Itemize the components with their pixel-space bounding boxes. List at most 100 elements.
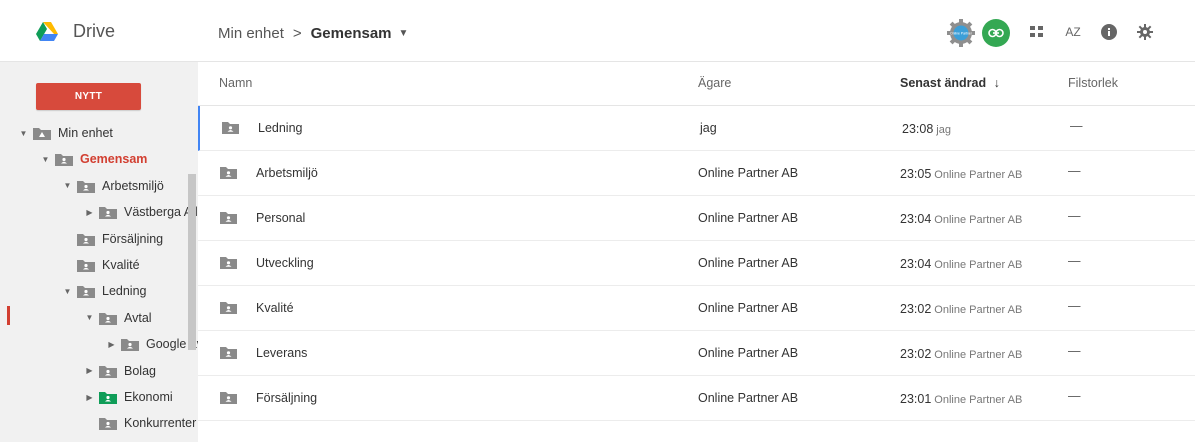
file-owner: Online Partner AB [698,166,799,180]
selection-marker [7,306,10,325]
settings-button[interactable] [1134,21,1156,43]
sort-button[interactable]: AZ [1062,21,1084,43]
collapse-arrow-icon[interactable]: ▼ [40,155,51,164]
file-row[interactable]: Leverans Online Partner AB 23:02 Online Par… [198,331,1195,376]
tree-item-7[interactable]: ▼ Ledning [62,280,147,302]
shared-folder-icon [99,311,117,325]
drive-logo[interactable]: Drive [36,21,115,42]
file-size: — [1068,389,1081,403]
file-modified: 23:01 Online Partner AB [900,392,1022,406]
column-owner[interactable]: Ägare [698,76,731,90]
file-name: Personal [256,211,306,225]
tree-item-9[interactable]: ▶Google avt [106,333,198,355]
modified-time: 23:05 [900,167,932,181]
new-button[interactable]: NYTT [36,83,141,110]
grid-view-button[interactable] [1026,21,1048,43]
file-size: — [1070,119,1083,133]
tree-item-label: Konkurrenter [124,416,197,431]
tree-item-1[interactable]: ▼ Min enhet [18,122,113,144]
file-row[interactable]: Utveckling Online Partner AB 23:04 Online P… [198,241,1195,286]
file-modified: 23:02 Online Partner AB [900,302,1022,316]
sidebar-scrollbar[interactable] [188,174,196,350]
column-size[interactable]: Filstorlek [1068,76,1118,90]
tree-item-5[interactable]: Försäljning [62,228,163,250]
file-name: Arbetsmiljö [256,166,318,180]
breadcrumb-root[interactable]: Min enhet [218,25,284,42]
addon-gear-icon: Online Partner [947,19,975,47]
modified-time: 23:02 [900,347,932,361]
expand-arrow-icon[interactable]: ▶ [84,208,95,217]
tree-item-2[interactable]: ▼ Gemensam [40,148,147,170]
sort-arrow-icon: ↓ [993,76,1000,90]
shared-folder-icon [220,346,237,362]
expand-arrow-icon[interactable]: ▶ [84,366,95,375]
get-link-button[interactable] [982,19,1010,47]
shared-folder-icon [77,179,95,193]
file-row[interactable]: Försäljning Online Partner AB 23:01 Online … [198,376,1195,421]
tree-item-6[interactable]: Kvalité [62,254,140,276]
file-owner: Online Partner AB [698,256,799,270]
addon-gear-button[interactable]: Online Partner [946,18,976,48]
chevron-down-icon[interactable]: ▼ [399,28,409,39]
file-modified: 23:08 jag [902,122,951,136]
tree-item-label: Försäljning [102,231,164,246]
tree-item-label: Ekonomi [124,390,173,404]
details-button[interactable] [1098,21,1120,43]
modified-by: Online Partner AB [934,214,1023,226]
file-size: — [1068,209,1081,223]
settings-icon [1137,24,1153,40]
shared-folder-icon [220,166,237,182]
shared-folder-icon [55,152,73,167]
modified-by: Online Partner AB [934,394,1023,406]
tree-item-12[interactable]: Konkurrenter [84,412,196,434]
file-row[interactable]: Kvalité Online Partner AB 23:02 Online Part… [198,286,1195,331]
file-row[interactable]: Ledning jag 23:08 jag — [198,106,1195,151]
collapse-arrow-icon[interactable]: ▼ [84,313,95,322]
expand-arrow-icon[interactable]: ▶ [84,393,95,402]
file-modified: 23:04 Online Partner AB [900,212,1022,226]
tree-item-3[interactable]: ▼ Arbetsmiljö [62,175,164,197]
top-bar: Drive Min enhet > Gemensam ▼ Online Part… [0,0,1195,62]
file-modified: 23:05 Online Partner AB [900,167,1022,181]
file-owner: Online Partner AB [698,211,799,225]
shared-folder-icon [220,211,237,227]
tree-item-10[interactable]: ▶ Bolag [84,360,156,382]
modified-by: Online Partner AB [934,259,1023,271]
tree-item-4[interactable]: ▶ Västberga All [84,201,198,223]
tree-item-11[interactable]: ▶ Ekonomi [84,386,173,408]
tree-item-label: Ledning [102,284,147,299]
tree-item-label: Avtal [124,310,152,325]
column-modified[interactable]: Senast ändrad ↓ [900,76,1000,90]
breadcrumb-current[interactable]: Gemensam [311,25,392,42]
file-row[interactable]: Personal Online Partner AB 23:04 Online Par… [198,196,1195,241]
file-owner: jag [700,121,717,135]
tree-item-8[interactable]: ▼ Avtal [84,307,152,329]
collapse-arrow-icon[interactable]: ▼ [62,181,73,190]
expand-arrow-icon[interactable]: ▶ [106,340,117,349]
app-name: Drive [73,21,116,41]
column-name[interactable]: Namn [219,76,252,90]
shared-folder-icon [99,390,117,404]
file-size: — [1068,344,1081,358]
shared-folder-icon [222,121,239,137]
collapse-arrow-icon[interactable]: ▼ [62,287,73,296]
modified-by: jag [936,124,951,136]
shared-folder-icon [77,258,95,272]
tree-item-label: Min enhet [58,126,113,140]
column-header-row: Namn Ägare Senast ändrad ↓ Filstorlek [198,62,1195,106]
file-name: Leverans [256,346,308,360]
sidebar: NYTT ▼ Min enhet ▼ Gemensam ▼ Arbetsmiljö ▶ Väs… [0,62,198,442]
file-row[interactable]: Arbetsmiljö Online Partner AB 23:05 Online … [198,151,1195,196]
grid-view-icon [1030,26,1043,37]
tree-item-label: Västberga All [124,205,198,220]
file-name: Kvalité [256,301,294,315]
sort-az-icon: AZ [1065,25,1081,39]
file-name: Försäljning [256,391,318,405]
collapse-arrow-icon[interactable]: ▼ [18,129,29,138]
tree-item-label: Arbetsmiljö [102,178,164,193]
modified-time: 23:08 [902,122,934,136]
shared-folder-icon [220,301,237,317]
file-modified: 23:04 Online Partner AB [900,257,1022,271]
file-owner: Online Partner AB [698,391,799,405]
modified-time: 23:04 [900,212,932,226]
